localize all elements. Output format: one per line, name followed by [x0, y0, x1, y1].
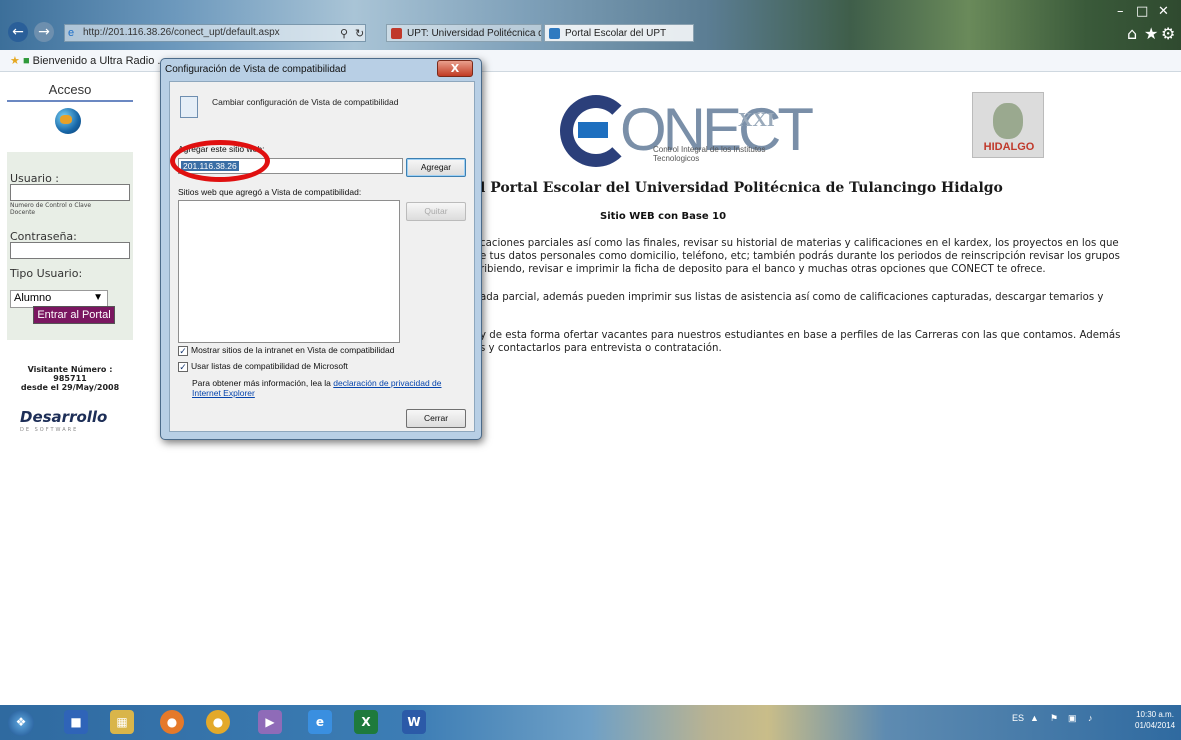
firefox-icon[interactable]: ●	[160, 710, 184, 734]
windows-taskbar: ❖ ■ ▦ ● ● ▶ e X W ES ▲ ⚑ ▣ ♪ 10:30 a.m. …	[0, 705, 1181, 740]
show-hidden-icons-icon[interactable]: ▲	[1030, 713, 1039, 723]
microsoft-list-checkbox-label: Usar listas de compatibilidad de Microso…	[191, 361, 348, 371]
home-icon[interactable]: ⌂	[1127, 24, 1137, 43]
page-title: l Portal Escolar del Universidad Politéc…	[480, 180, 1003, 196]
back-button[interactable]: ←	[8, 22, 28, 42]
conect-logo-xxi: XXI	[738, 109, 775, 131]
privacy-info: Para obtener más información, lea la dec…	[192, 378, 462, 398]
paragraph-line: caciones parciales así como las finales,…	[480, 238, 1119, 249]
favorites-item[interactable]: ★ ■ Bienvenido a Ultra Radio ...	[10, 54, 167, 67]
clock-time: 10:30 a.m.	[1136, 710, 1174, 719]
browser-titlebar: ← → e http://201.116.38.26/conect_upt/de…	[0, 0, 1181, 50]
user-input[interactable]	[10, 184, 130, 201]
file-explorer-icon[interactable]: ▦	[110, 710, 134, 734]
dialog-close-button[interactable]: X	[437, 60, 473, 77]
window-close-button[interactable]: ✕	[1158, 4, 1169, 19]
chevron-down-icon: ▼	[93, 292, 103, 303]
hidalgo-crest-label: HIDALGO	[983, 141, 1035, 153]
excel-icon[interactable]: X	[354, 710, 378, 734]
volume-icon[interactable]: ♪	[1088, 713, 1093, 723]
password-input[interactable]	[10, 242, 130, 259]
search-icon[interactable]: ⚲	[340, 27, 348, 40]
favorites-item-label: Bienvenido a Ultra Radio ...	[32, 55, 167, 67]
red-highlight-circle	[170, 140, 270, 182]
paragraph-line: ribiendo, revisar e imprimir la ficha de…	[480, 264, 1046, 275]
desarrollo-logo: Desarrollo	[20, 408, 108, 426]
conect-logo-subtitle: Control Integral de los Institutos Tecno…	[653, 145, 766, 163]
tab-upt[interactable]: UPT: Universidad Politécnica d...	[386, 24, 542, 42]
visitor-count: 985711	[53, 374, 87, 383]
dialog-body: Cambiar configuración de Vista de compat…	[169, 81, 475, 432]
intranet-checkbox-label: Mostrar sitios de la intranet en Vista d…	[191, 345, 395, 355]
dialog-heading: Cambiar configuración de Vista de compat…	[212, 97, 399, 107]
globe-icon	[55, 108, 81, 134]
conect-logo: ONECT XXI Control Integral de los Instit…	[560, 95, 814, 170]
site-list-label: Sitios web que agregó a Vista de compati…	[178, 187, 362, 197]
address-bar[interactable]: e http://201.116.38.26/conect_upt/defaul…	[64, 24, 366, 42]
enter-portal-button[interactable]: Entrar al Portal	[33, 306, 115, 324]
favorites-star-icon[interactable]: ★	[1144, 24, 1158, 43]
internet-explorer-icon[interactable]: e	[308, 710, 332, 734]
tab-label: UPT: Universidad Politécnica d...	[407, 28, 542, 39]
microsoft-list-checkbox[interactable]: ✓ Usar listas de compatibilidad de Micros…	[178, 361, 348, 372]
address-text: http://201.116.38.26/conect_upt/default.…	[83, 27, 280, 38]
chrome-icon[interactable]: ●	[206, 710, 230, 734]
privacy-info-text: Para obtener más información, lea la	[192, 378, 331, 388]
portrait-icon	[993, 103, 1023, 139]
tab-label: Portal Escolar del UPT	[565, 28, 667, 39]
language-indicator[interactable]: ES	[1012, 713, 1024, 723]
tools-gear-icon[interactable]: ⚙	[1161, 24, 1175, 43]
network-icon[interactable]: ▣	[1068, 713, 1077, 724]
portal-favicon	[549, 28, 560, 39]
clock-date: 01/04/2014	[1135, 721, 1176, 730]
intranet-checkbox[interactable]: ✓ Mostrar sitios de la intranet en Vista …	[178, 345, 394, 356]
desarrollo-logo-sub: DE SOFTWARE	[20, 427, 79, 433]
clock[interactable]: 10:30 a.m. 01/04/2014	[1135, 709, 1175, 731]
checkbox-checked-icon: ✓	[178, 346, 188, 356]
checkbox-checked-icon: ✓	[178, 362, 188, 372]
paragraph-line: s y contactarlos para entrevista o contr…	[480, 343, 722, 354]
ie-icon: e	[68, 27, 75, 39]
screen: ← → e http://201.116.38.26/conect_upt/de…	[0, 0, 1181, 740]
taskbar-app-icon[interactable]: ■	[64, 710, 88, 734]
minimize-button[interactable]: –	[1117, 4, 1124, 19]
sidebar-title: Acceso	[7, 82, 133, 102]
maximize-button[interactable]: □	[1136, 4, 1148, 19]
add-button[interactable]: Agregar	[406, 158, 466, 177]
forward-button[interactable]: →	[34, 22, 54, 42]
page-icon: ■	[22, 55, 30, 67]
page-subtitle: Sitio WEB con Base 10	[600, 211, 727, 222]
favorites-star-icon: ★	[10, 55, 20, 67]
user-hint: Numero de Control o Clave Docente	[10, 202, 92, 216]
user-type-label: Tipo Usuario:	[10, 267, 83, 280]
arrow-icon	[578, 122, 608, 138]
media-player-icon[interactable]: ▶	[258, 710, 282, 734]
dialog-close-action-button[interactable]: Cerrar	[406, 409, 466, 428]
remove-button[interactable]: Quitar	[406, 202, 466, 221]
user-type-value: Alumno	[14, 292, 52, 304]
site-list[interactable]	[178, 200, 400, 343]
compatibility-view-dialog: Configuración de Vista de compatibilidad…	[160, 58, 482, 440]
visitor-counter: Visitante Número : 985711 desde el 29/Ma…	[7, 365, 133, 392]
paragraph-line: y de esta forma ofertar vacantes para nu…	[480, 330, 1121, 341]
paragraph-line: e tus datos personales como domicilio, t…	[480, 251, 1120, 262]
visitor-label: Visitante Número :	[27, 365, 113, 374]
hidalgo-crest: HIDALGO	[972, 92, 1044, 158]
dialog-title: Configuración de Vista de compatibilidad	[165, 64, 347, 75]
action-center-flag-icon[interactable]: ⚑	[1050, 713, 1058, 724]
compatibility-icon	[180, 96, 198, 118]
refresh-icon[interactable]: ↻	[355, 27, 364, 40]
word-icon[interactable]: W	[402, 710, 426, 734]
upt-favicon	[391, 28, 402, 39]
tab-portal-escolar[interactable]: Portal Escolar del UPT	[544, 24, 694, 42]
paragraph-line: ada parcial, además pueden imprimir sus …	[480, 292, 1104, 303]
start-button[interactable]: ❖	[8, 710, 34, 736]
visitor-since: desde el 29/May/2008	[20, 383, 120, 392]
